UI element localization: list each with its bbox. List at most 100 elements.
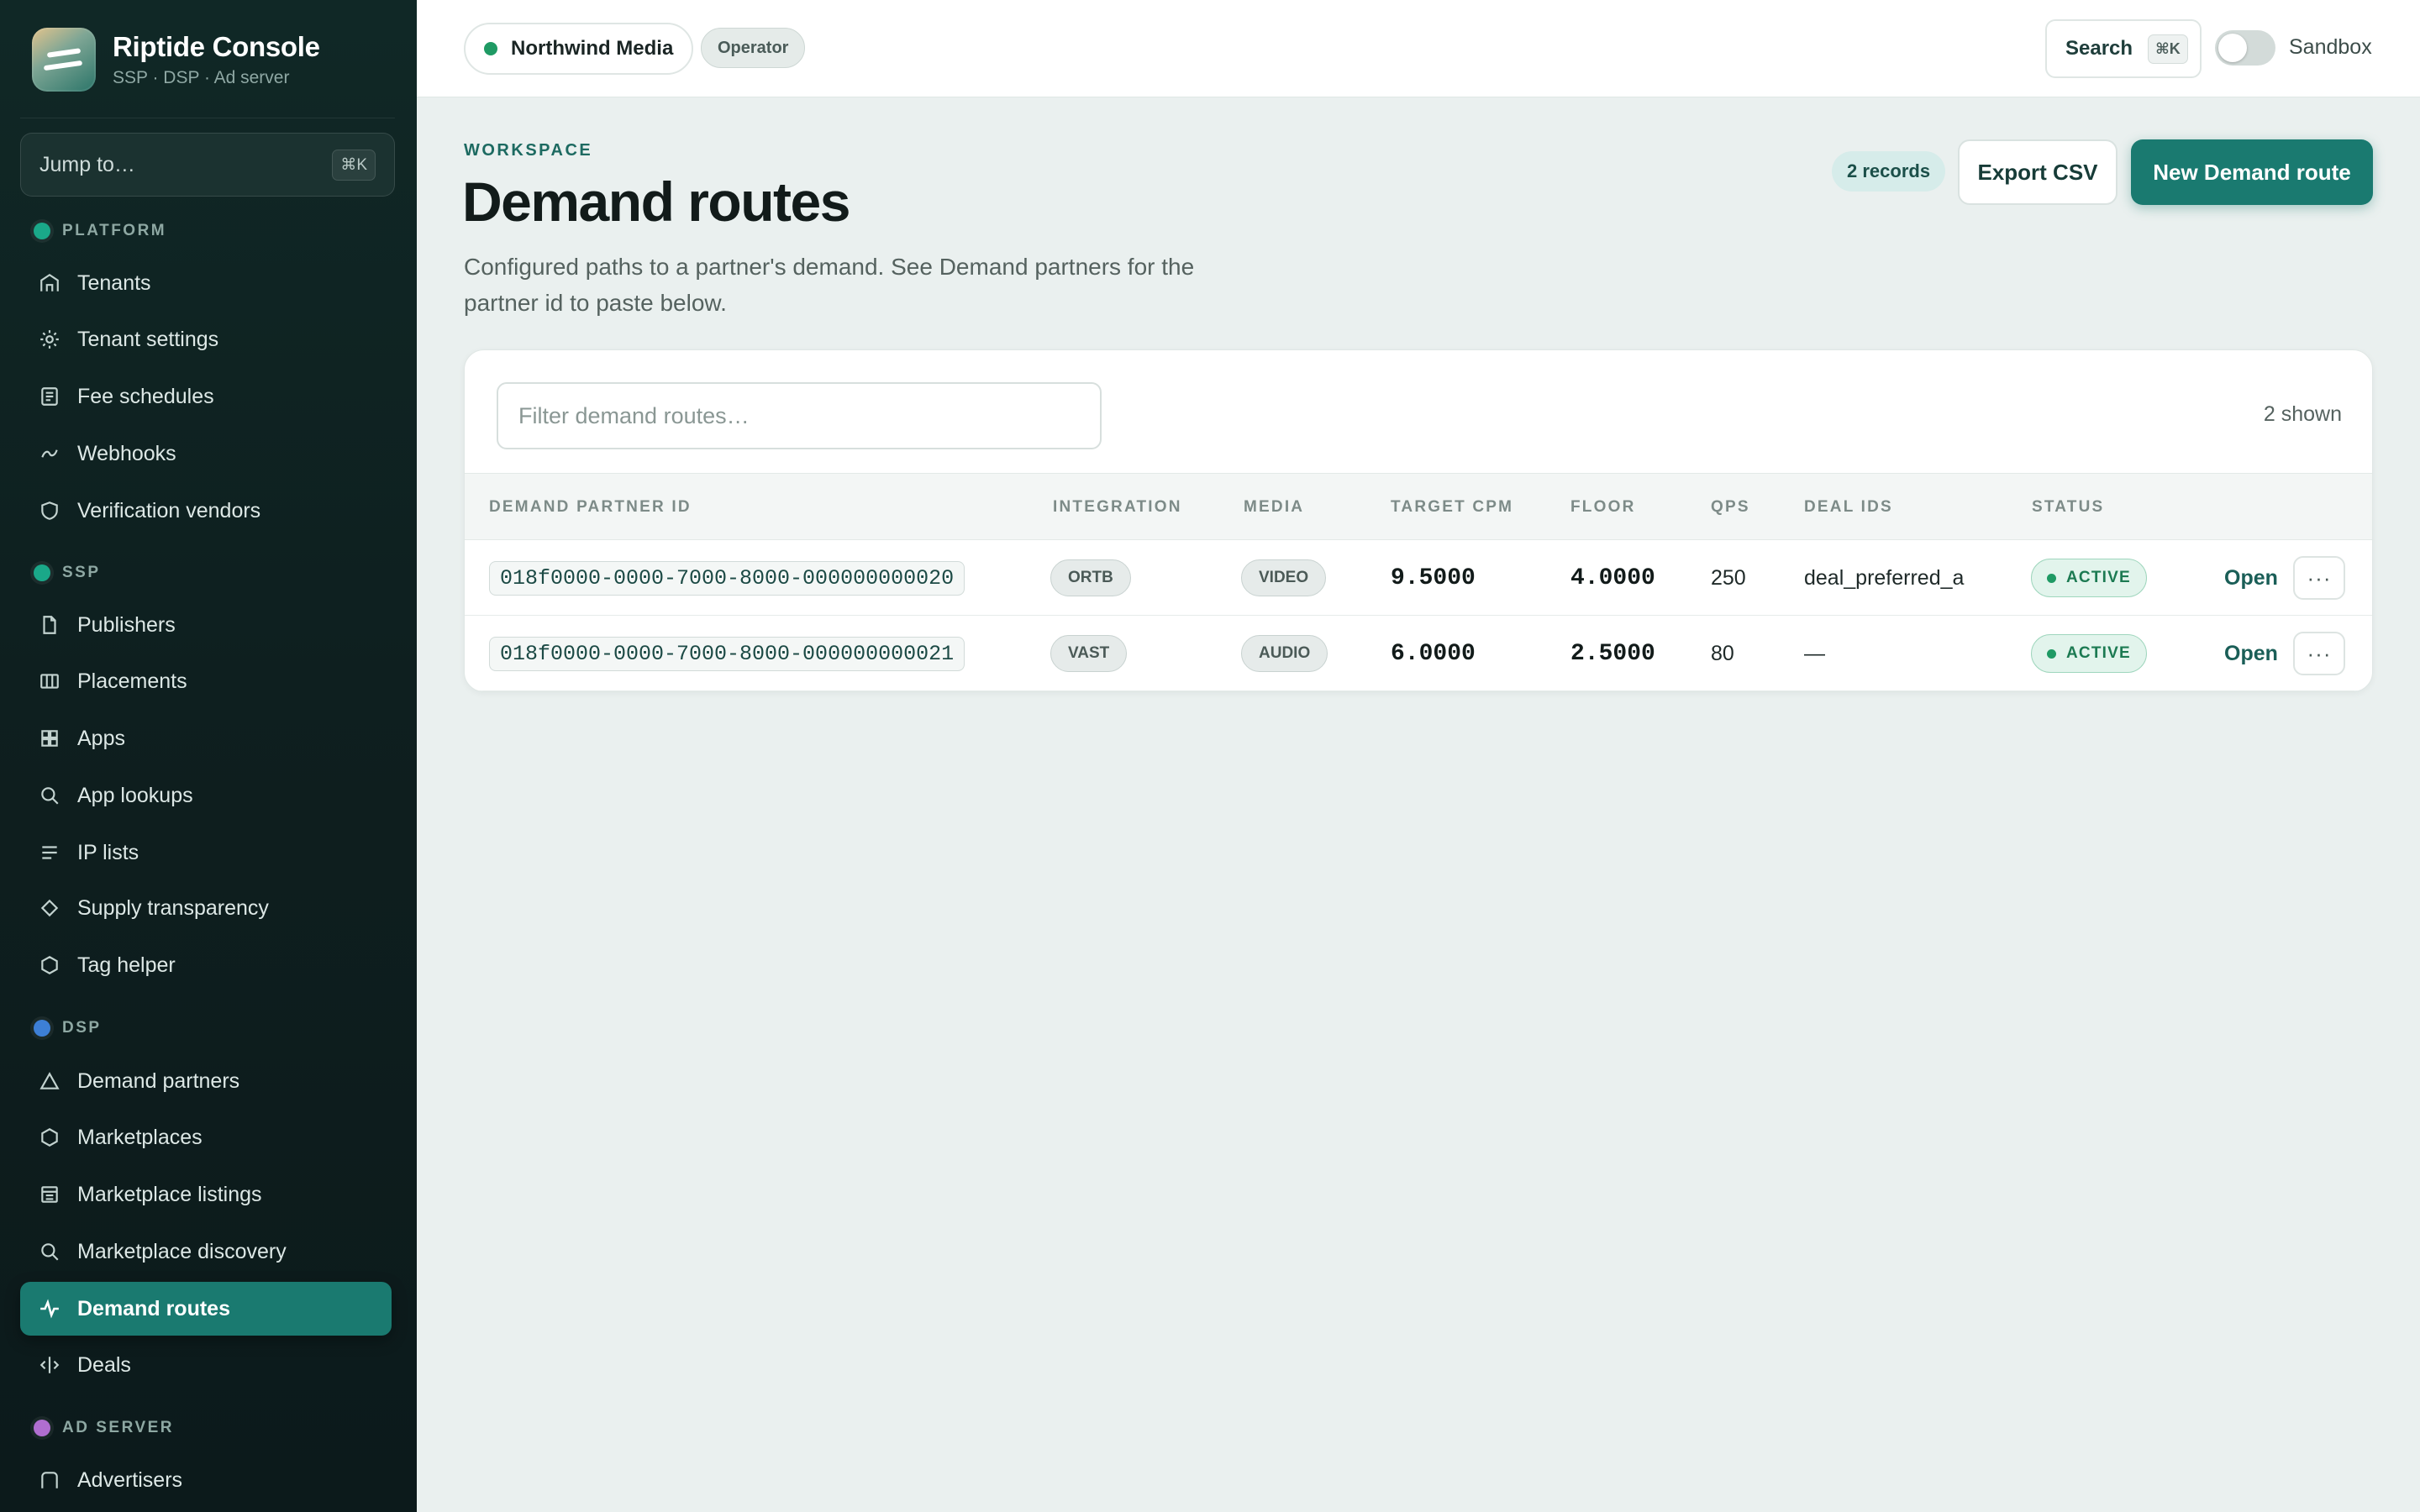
brand[interactable]: Riptide Console SSP · DSP · Ad server [32, 25, 320, 94]
section-ad-server-label: AD SERVER [62, 1419, 175, 1436]
diamond-icon [40, 899, 59, 917]
page-eyebrow: WORKSPACE [464, 141, 593, 160]
sidebar-item-label: Deals [77, 1352, 131, 1377]
sidebar-item-demand-routes[interactable]: Demand routes [20, 1282, 392, 1336]
sidebar-item-deals[interactable]: Deals [20, 1338, 392, 1392]
sidebar-item-label: Webhooks [77, 441, 176, 465]
sidebar-item-tag-helper[interactable]: Tag helper [20, 938, 392, 992]
sidebar-item-apps[interactable]: Apps [20, 711, 392, 765]
search-icon [41, 787, 59, 805]
sidebar-item-marketplaces[interactable]: Marketplaces [20, 1110, 392, 1164]
gear-icon [40, 330, 59, 349]
grid-icon [41, 730, 58, 747]
new-demand-route-button[interactable]: New Demand route [2131, 139, 2373, 205]
sidebar-item-label: Fee schedules [77, 384, 214, 408]
section-platform-label: PLATFORM [62, 222, 167, 239]
webhook-icon [41, 449, 58, 458]
sidebar-item-demand-partners[interactable]: Demand partners [20, 1054, 392, 1108]
sidebar-item-publishers[interactable]: Publishers [20, 598, 392, 652]
sidebar-item-marketplace-listings[interactable]: Marketplace listings [20, 1168, 392, 1221]
sidebar-item-label: Verification vendors [77, 498, 261, 522]
column-header[interactable]: MEDIA [1244, 498, 1304, 517]
sidebar-item-label: Placements [77, 669, 187, 693]
sidebar-item-supply-transparency[interactable]: Supply transparency [20, 881, 392, 935]
floor: 2.5000 [1570, 640, 1655, 667]
open-link[interactable]: Open [2224, 642, 2278, 666]
search-icon [41, 1243, 59, 1261]
status-text: ACTIVE [2066, 644, 2131, 662]
target-cpm: 9.5000 [1391, 564, 1476, 591]
export-csv-button[interactable]: Export CSV [1958, 139, 2118, 205]
section-dsp: DSP [34, 1019, 102, 1037]
column-header[interactable]: INTEGRATION [1053, 498, 1182, 517]
sidebar-item-verification-vendors[interactable]: Verification vendors [20, 484, 392, 538]
open-link[interactable]: Open [2224, 566, 2278, 591]
status-dot [2047, 648, 2056, 659]
filter-input[interactable] [497, 382, 1102, 449]
sidebar-item-label: Marketplaces [77, 1125, 203, 1149]
building-icon [41, 1472, 58, 1488]
sidebar-item-label: Marketplace discovery [77, 1239, 287, 1263]
column-header[interactable]: DEAL IDS [1804, 498, 1893, 517]
jump-to-label: Jump to… [39, 152, 135, 176]
tenant-name: Northwind Media [511, 37, 674, 60]
sidebar-item-webhooks[interactable]: Webhooks [20, 427, 392, 480]
column-header[interactable]: STATUS [2032, 498, 2104, 517]
media-pill: VIDEO [1241, 559, 1327, 596]
status-badge: ACTIVE [2031, 634, 2147, 673]
hexagon-icon [41, 1128, 58, 1147]
page-description: Configured paths to a partner's demand. … [464, 254, 1195, 316]
search-shortcut: ⌘K [2148, 34, 2188, 64]
sidebar-item-advertisers[interactable]: Advertisers [20, 1453, 392, 1507]
sidebar-item-marketplace-discovery[interactable]: Marketplace discovery [20, 1225, 392, 1278]
sandbox-toggle[interactable] [2215, 30, 2275, 66]
column-header[interactable]: FLOOR [1570, 498, 1636, 517]
section-ad-server: AD SERVER [34, 1419, 174, 1437]
jump-to-button[interactable]: Jump to… ⌘K [20, 133, 395, 197]
sidebar-item-placements[interactable]: Placements [20, 654, 392, 708]
search-button[interactable]: Search ⌘K [2045, 19, 2202, 78]
status-badge: ACTIVE [2031, 559, 2147, 597]
columns-icon [40, 674, 59, 689]
column-header[interactable]: DEMAND PARTNER ID [489, 498, 692, 517]
section-ssp: SSP [34, 564, 101, 582]
integration-pill: VAST [1050, 635, 1128, 672]
status-dot [2047, 573, 2056, 583]
table-row[interactable]: 018f0000-0000-7000-8000-000000000020 ORT… [465, 540, 2372, 616]
deal-ids: deal_preferred_a [1804, 565, 1965, 590]
sidebar-item-ip-lists[interactable]: IP lists [20, 826, 392, 879]
column-header[interactable]: TARGET CPM [1391, 498, 1513, 517]
brand-logo [32, 28, 96, 92]
sidebar-item-tenants[interactable]: Tenants [20, 256, 392, 310]
sidebar-item-label: Supply transparency [77, 895, 269, 920]
sidebar-item-label: App lookups [77, 783, 193, 807]
sidebar-item-fee-schedules[interactable]: Fee schedules [20, 370, 392, 423]
tenant-switcher[interactable]: Northwind Media [464, 23, 694, 75]
section-dot [34, 223, 50, 239]
sidebar-item-label: Demand partners [77, 1068, 240, 1093]
more-actions-button[interactable]: ··· [2293, 632, 2345, 675]
sidebar-item-app-lookups[interactable]: App lookups [20, 769, 392, 822]
building-icon [40, 273, 59, 291]
sidebar-item-label: Marketplace listings [77, 1182, 262, 1206]
partner-id: 018f0000-0000-7000-8000-000000000020 [489, 560, 965, 596]
sidebar-item-label: IP lists [77, 840, 139, 864]
integration-pill: ORTB [1050, 559, 1131, 596]
sidebar-item-label: Advertisers [77, 1467, 183, 1492]
page-title: Demand routes [462, 171, 850, 233]
sidebar-item-label: Tenants [77, 270, 151, 295]
pulse-icon [40, 1299, 59, 1319]
table-row[interactable]: 018f0000-0000-7000-8000-000000000021 VAS… [465, 616, 2372, 691]
sidebar-item-tenant-settings[interactable]: Tenant settings [20, 312, 392, 366]
column-header[interactable]: QPS [1711, 498, 1750, 517]
records-badge: 2 records [1832, 151, 1946, 192]
sidebar-item-label: Demand routes [77, 1296, 230, 1320]
table-header: DEMAND PARTNER ID INTEGRATION MEDIA TARG… [465, 473, 2372, 540]
more-actions-button[interactable]: ··· [2293, 556, 2345, 600]
deal-ids: — [1804, 641, 1825, 665]
sidebar: Riptide Console SSP · DSP · Ad server Ju… [0, 0, 417, 1512]
section-dot [34, 1420, 50, 1436]
sandbox-label: Sandbox [2289, 35, 2372, 59]
shown-count: 2 shown [2263, 402, 2342, 426]
sidebar-item-label: Apps [77, 726, 125, 750]
